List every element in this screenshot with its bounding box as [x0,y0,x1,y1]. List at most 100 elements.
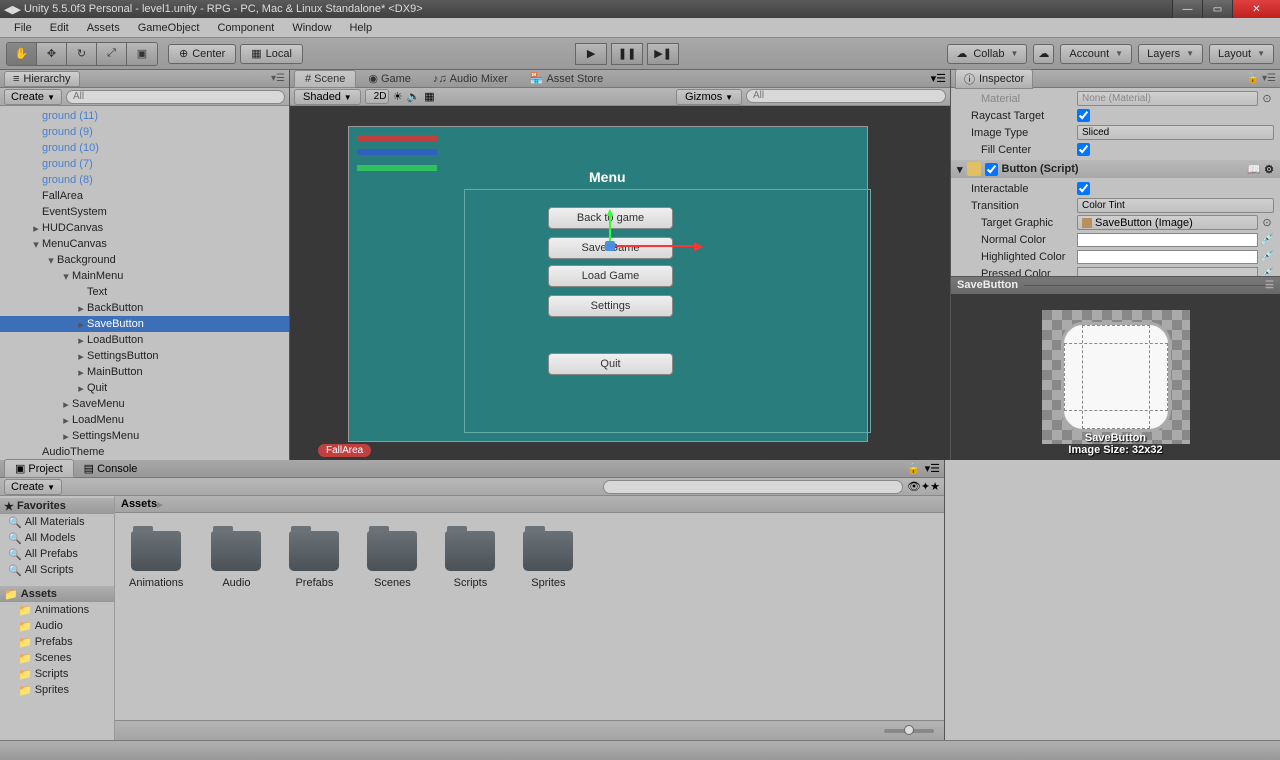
folder-item[interactable]: Animations [129,531,183,589]
cloud-button[interactable]: ☁ [1033,44,1054,64]
rotate-tool-button[interactable]: ↻ [67,43,97,65]
fill-center-checkbox[interactable] [1077,143,1090,156]
collab-dropdown[interactable]: ☁Collab▼ [947,44,1027,64]
menu-help[interactable]: Help [341,20,380,36]
folder-item[interactable]: Sprites [523,531,573,589]
hierarchy-item[interactable]: ground (10) [0,140,289,156]
hierarchy-item[interactable]: ▸MainButton [0,364,289,380]
gear-icon[interactable]: ⚙ [1264,163,1274,176]
tab-console[interactable]: ▤Console [74,460,148,477]
hierarchy-item[interactable]: FallArea [0,188,289,204]
lighting-icon[interactable]: ☀ [393,90,403,103]
project-search-input[interactable] [603,480,903,494]
load-game-button[interactable]: Load Game [548,265,673,287]
maximize-button[interactable]: ▭ [1202,0,1232,18]
asset-tree-item[interactable]: 📁Scripts [0,666,114,682]
hierarchy-item[interactable]: EventSystem [0,204,289,220]
scene-viewport[interactable]: Menu Back to game Save Game Load Game Se… [290,106,950,460]
folder-item[interactable]: Audio [211,531,261,589]
thumbnail-size-slider[interactable] [884,729,934,733]
close-button[interactable]: ✕ [1232,0,1280,18]
tab-asset-store[interactable]: 🏪Asset Store [520,70,614,87]
panel-menu-icon[interactable]: ▾☰ [931,72,946,85]
favorite-item[interactable]: 🔍All Models [0,530,114,546]
play-button[interactable]: ▶ [575,43,607,65]
panel-menu-icon[interactable]: ▾☰ [271,73,285,84]
project-create-button[interactable]: Create ▼ [4,479,62,495]
fx-icon[interactable]: ▦ [424,90,434,103]
save-search-icon[interactable]: ★ [930,480,940,493]
transition-dropdown[interactable]: Color Tint [1077,198,1274,213]
gizmo-center-handle[interactable] [605,241,615,251]
hierarchy-item[interactable]: ▸Quit [0,380,289,396]
normal-color-swatch[interactable] [1077,233,1258,247]
hierarchy-item[interactable]: ▸LoadButton [0,332,289,348]
move-tool-button[interactable]: ✥ [37,43,67,65]
asset-tree-item[interactable]: 📁Animations [0,602,114,618]
component-enabled-checkbox[interactable] [985,163,998,176]
help-icon[interactable]: 📖 [1247,163,1261,176]
menu-file[interactable]: File [6,20,40,36]
account-dropdown[interactable]: Account▼ [1060,44,1132,64]
hierarchy-item[interactable]: ▾Background [0,252,289,268]
pivot-local-button[interactable]: ▦Local [240,44,303,64]
step-button[interactable]: ▶❚ [647,43,679,65]
pivot-center-button[interactable]: ⊕Center [168,44,236,64]
pressed-color-swatch[interactable] [1077,267,1258,276]
shading-mode-dropdown[interactable]: Shaded ▼ [294,89,361,105]
minimize-button[interactable]: — [1172,0,1202,18]
folder-item[interactable]: Scenes [367,531,417,589]
favorite-item[interactable]: 🔍All Prefabs [0,546,114,562]
folder-item[interactable]: Prefabs [289,531,339,589]
hierarchy-item[interactable]: ▾MenuCanvas [0,236,289,252]
panel-menu-icon[interactable]: ▾☰ [925,462,940,475]
favorite-item[interactable]: 🔍All Scripts [0,562,114,578]
menu-assets[interactable]: Assets [79,20,128,36]
tab-project[interactable]: ▣Project [4,459,74,478]
hierarchy-search-input[interactable] [66,90,285,104]
tab-scene[interactable]: #Scene [294,70,356,88]
filter-icon[interactable]: 👁 [907,480,921,493]
image-type-dropdown[interactable]: Sliced [1077,125,1274,140]
inspector-tab[interactable]: ⓘInspector [955,69,1033,89]
menu-window[interactable]: Window [284,20,339,36]
lock-icon[interactable]: 🔒 [907,462,921,475]
object-picker-icon[interactable]: ⊙ [1260,216,1274,230]
breadcrumb[interactable]: Assets ▸ [115,496,944,513]
menu-edit[interactable]: Edit [42,20,77,36]
asset-tree-item[interactable]: 📁Scenes [0,650,114,666]
settings-button[interactable]: Settings [548,295,673,317]
hierarchy-tab[interactable]: ≡Hierarchy [4,71,80,87]
menu-component[interactable]: Component [209,20,282,36]
hierarchy-item[interactable]: ▸BackButton [0,300,289,316]
hierarchy-item[interactable]: ground (7) [0,156,289,172]
menu-gameobject[interactable]: GameObject [130,20,208,36]
hierarchy-item[interactable]: ground (9) [0,124,289,140]
folder-grid[interactable]: Animations Audio Prefabs Scenes Scripts Sprit… [115,513,944,720]
hierarchy-item[interactable]: ▸SettingsButton [0,348,289,364]
raycast-target-checkbox[interactable] [1077,109,1090,122]
hierarchy-tree[interactable]: ground (11)ground (9)ground (10)ground (… [0,106,289,460]
hierarchy-item[interactable]: ▾MainMenu [0,268,289,284]
layers-dropdown[interactable]: Layers▼ [1138,44,1203,64]
target-graphic-field[interactable]: SaveButton (Image) [1077,215,1258,230]
assets-header[interactable]: 📁 Assets [0,586,114,602]
audio-icon[interactable]: 🔊 [407,90,421,103]
folder-item[interactable]: Scripts [445,531,495,589]
hierarchy-item[interactable]: AudioTheme [0,444,289,460]
interactable-checkbox[interactable] [1077,182,1090,195]
tab-audio-mixer[interactable]: ♪♫Audio Mixer [423,71,518,87]
scene-search-input[interactable] [746,89,946,103]
eyedropper-icon[interactable]: 💉 [1260,250,1274,264]
hierarchy-item[interactable]: ▸HUDCanvas [0,220,289,236]
panel-menu-icon[interactable]: 🔒 ▾☰ [1247,73,1276,84]
asset-tree-item[interactable]: 📁Sprites [0,682,114,698]
favorites-header[interactable]: ★ Favorites [0,498,114,514]
quit-button[interactable]: Quit [548,353,673,375]
gizmos-dropdown[interactable]: Gizmos ▼ [676,89,742,105]
layout-dropdown[interactable]: Layout▼ [1209,44,1274,64]
hierarchy-item[interactable]: ground (8) [0,172,289,188]
gizmo-x-axis[interactable] [609,245,699,247]
object-picker-icon[interactable]: ⊙ [1260,92,1274,106]
highlighted-color-swatch[interactable] [1077,250,1258,264]
